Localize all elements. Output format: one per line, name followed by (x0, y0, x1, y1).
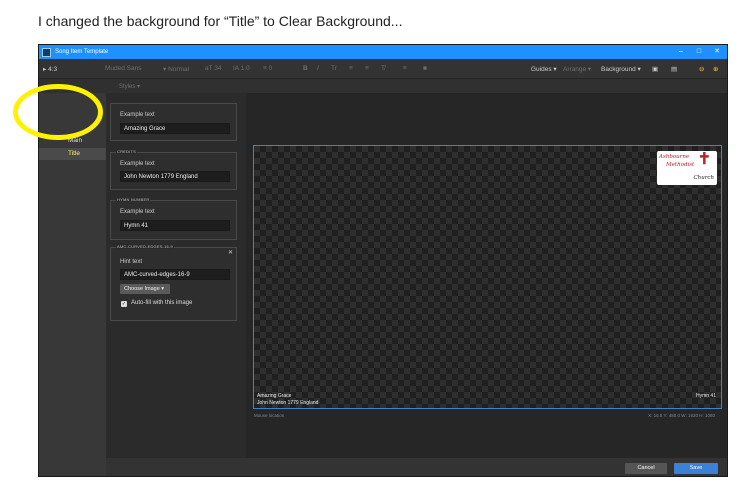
dialog-footer: Cancel Save (106, 458, 727, 476)
mouse-location-label: Mouse location (254, 413, 285, 418)
credits-header: CREDITS (116, 149, 137, 154)
credits-text-field[interactable]: John Newton 1779 England (120, 171, 230, 182)
line-height-icon: IA (233, 65, 239, 72)
hymn-number-field[interactable]: Hymn 41 (120, 220, 230, 231)
close-icon[interactable]: ✕ (228, 249, 233, 256)
title-example-label: Example text (120, 112, 155, 118)
text-case-button[interactable]: Tr (331, 65, 337, 72)
sub-toolbar: Styles ▾ (39, 79, 727, 93)
title-group: Example text Amazing Grace (110, 103, 237, 141)
aspect-ratio-selector[interactable]: ▸ 4:3 (43, 65, 57, 73)
image-group: AMC-CURVED-EDGES-16-9 ✕ Hint text AMC-cu… (110, 244, 237, 321)
guides-menu[interactable]: Guides ▾ (531, 65, 557, 73)
layer-item-title[interactable]: Title (39, 148, 106, 160)
font-size-field[interactable]: aT 34 (205, 65, 222, 72)
line-height-field[interactable]: IA 1.0 (233, 65, 250, 72)
indent-button[interactable]: ≡ (365, 65, 369, 72)
canvas-title-text[interactable]: Amazing Grace (257, 393, 291, 399)
hymn-number-group: HYMN NUMBER Example text Hymn 41 (110, 197, 237, 240)
hint-text-field[interactable]: AMC-curved-edges-16-9 (120, 269, 230, 280)
font-size-icon: aT (205, 65, 213, 72)
spacing-value: 0 (268, 65, 273, 72)
hint-text-label: Hint text (120, 259, 143, 265)
font-size-value: 34 (214, 65, 222, 72)
canvas-hymn-text[interactable]: Hymn 41 (696, 393, 716, 399)
close-button[interactable]: ✕ (709, 45, 725, 59)
logo-line-3: Church (693, 175, 714, 181)
font-selector[interactable]: Muded Sans (105, 65, 142, 72)
image-icon[interactable]: ▤ (671, 65, 677, 73)
logo-line-1: Ashbourne (659, 154, 690, 160)
spacing-icon: ≡ (263, 65, 267, 72)
title-text-field[interactable]: Amazing Grace (120, 123, 230, 134)
canvas-area: Ashbourne Methodist Church ✝ Amazing Gra… (246, 93, 727, 458)
bold-button[interactable]: B (303, 65, 308, 72)
styles-menu[interactable]: Styles ▾ (119, 83, 140, 90)
church-logo[interactable]: Ashbourne Methodist Church ✝ (657, 151, 717, 185)
highlight-annotation (13, 84, 103, 140)
toolbar: ▸ 4:3 Muded Sans ▾ Normal aT 34 IA 1.0 ≡… (39, 59, 727, 79)
window-title: Song Item Template (55, 49, 109, 55)
cancel-button[interactable]: Cancel (625, 463, 667, 474)
autofill-checkbox[interactable]: ✓ (121, 301, 127, 307)
app-icon (42, 47, 51, 57)
clear-format-icon[interactable]: T̸ (381, 65, 385, 72)
color-swatch[interactable]: ■ (423, 65, 427, 72)
properties-panel: Example text Amazing Grace CREDITS Examp… (106, 93, 245, 476)
italic-button[interactable]: I (317, 65, 319, 72)
style-selector[interactable]: ▾ Normal (163, 65, 189, 73)
image-group-header: AMC-CURVED-EDGES-16-9 (116, 244, 174, 249)
credits-example-label: Example text (120, 161, 155, 167)
logo-line-2: Methodist (666, 162, 695, 168)
line-height-value: 1.0 (240, 65, 250, 72)
spacing-field[interactable]: ≡ 0 (263, 65, 272, 72)
zoom-out-icon[interactable]: ⊖ (699, 65, 704, 73)
background-menu[interactable]: Background ▾ (601, 65, 641, 73)
checkmark-icon: ✓ (121, 301, 127, 307)
text-box-icon[interactable]: ▣ (652, 65, 658, 73)
hymn-number-header: HYMN NUMBER (116, 197, 151, 202)
save-button[interactable]: Save (674, 463, 718, 474)
list-button[interactable]: ≡ (349, 65, 353, 72)
hymn-example-label: Example text (120, 209, 155, 215)
autofill-label: Auto-fill with this image (131, 300, 193, 306)
slide-canvas[interactable]: Ashbourne Methodist Church ✝ Amazing Gra… (253, 145, 722, 409)
maximize-button[interactable]: □ (691, 45, 707, 59)
align-button[interactable]: ≡ (403, 65, 407, 72)
canvas-credits-text[interactable]: John Newton 1779 England (257, 400, 318, 406)
layer-list: Main Title (39, 93, 106, 476)
zoom-in-icon[interactable]: ⊕ (713, 65, 718, 73)
arrange-menu[interactable]: Arrange ▾ (563, 65, 591, 73)
caption-text: I changed the background for “Title” to … (38, 13, 403, 29)
choose-image-button[interactable]: Choose Image ▾ (120, 284, 170, 294)
credits-group: CREDITS Example text John Newton 1779 En… (110, 149, 237, 190)
coordinates-readout: X: 16.5 Y: 480.0 W: 1920 H: 1080 (648, 413, 715, 418)
song-item-template-window: Song Item Template – □ ✕ ▸ 4:3 Muded San… (38, 44, 728, 477)
minimize-button[interactable]: – (673, 45, 689, 59)
title-bar: Song Item Template – □ ✕ (39, 45, 727, 59)
cross-icon: ✝ (697, 151, 711, 168)
